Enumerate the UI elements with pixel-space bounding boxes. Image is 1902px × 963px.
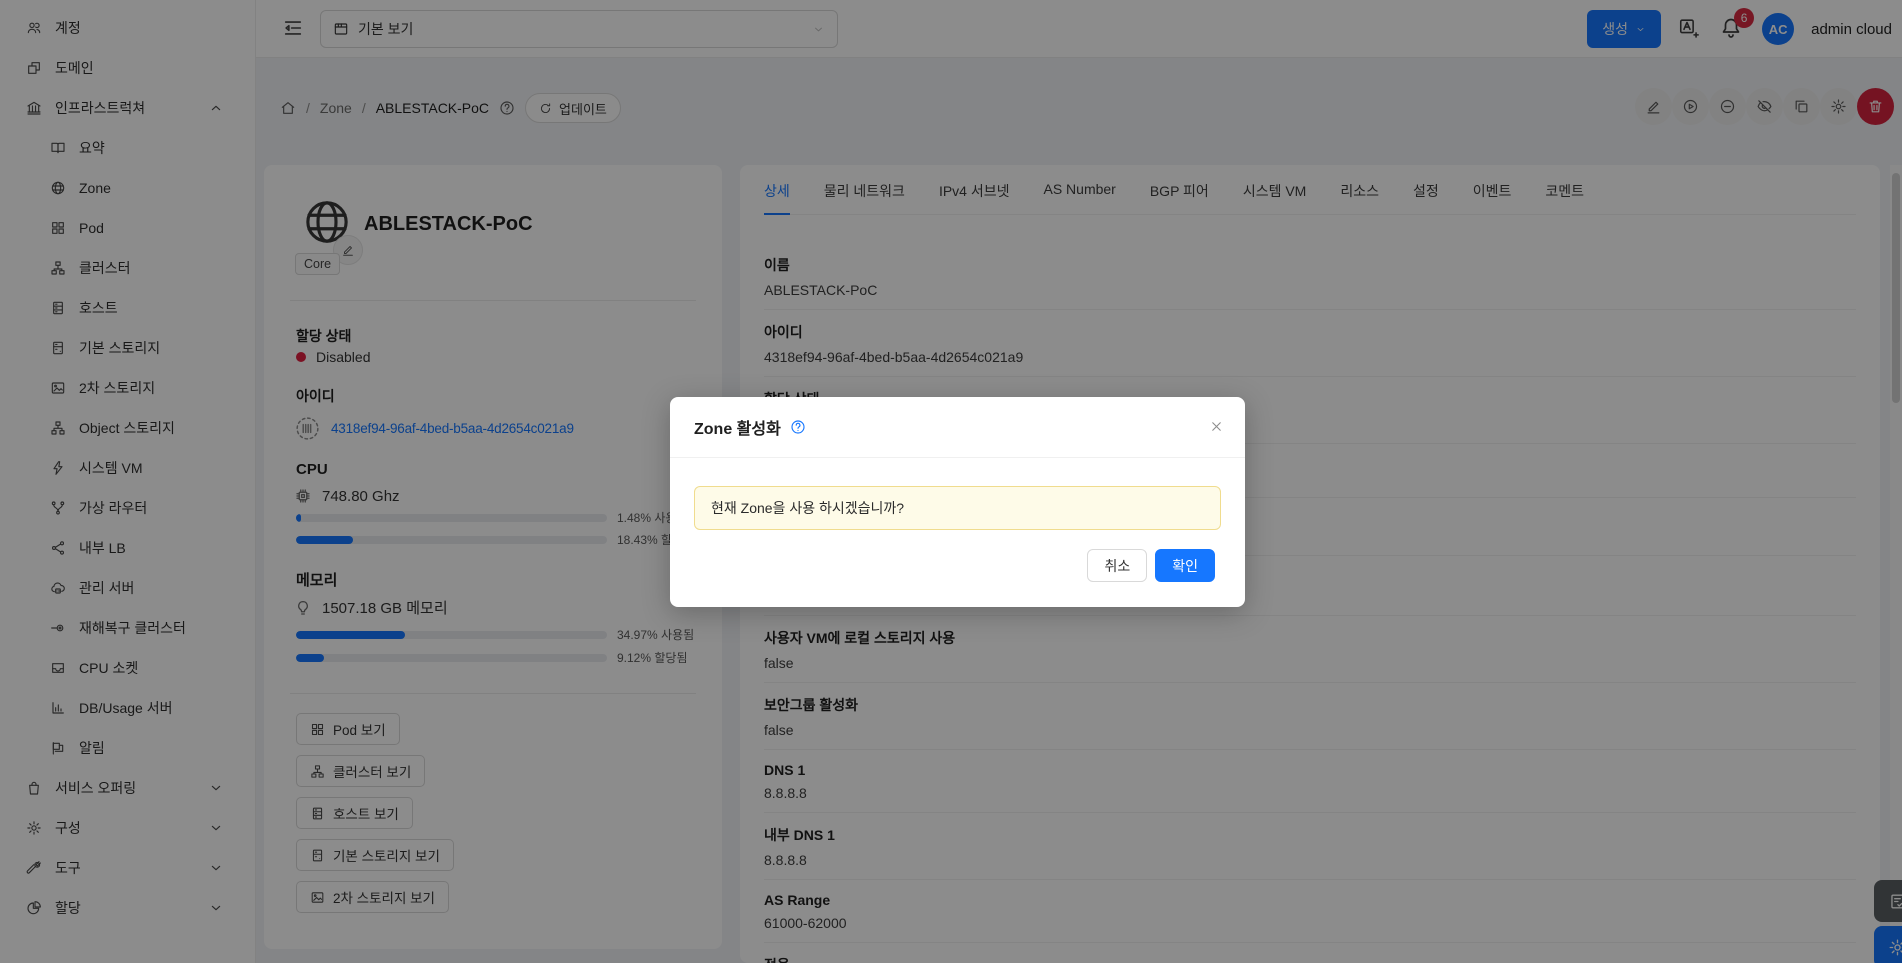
cancel-button[interactable]: 취소 — [1087, 549, 1148, 582]
zone-activate-modal: Zone 활성화 현재 Zone을 사용 하시겠습니까? 취소 확인 — [670, 397, 1245, 607]
help-icon[interactable] — [790, 419, 806, 435]
close-icon[interactable] — [1203, 413, 1229, 439]
modal-title: Zone 활성화 — [694, 421, 781, 438]
confirm-button[interactable]: 확인 — [1155, 549, 1215, 582]
confirm-message: 현재 Zone을 사용 하시겠습니까? — [694, 486, 1221, 530]
